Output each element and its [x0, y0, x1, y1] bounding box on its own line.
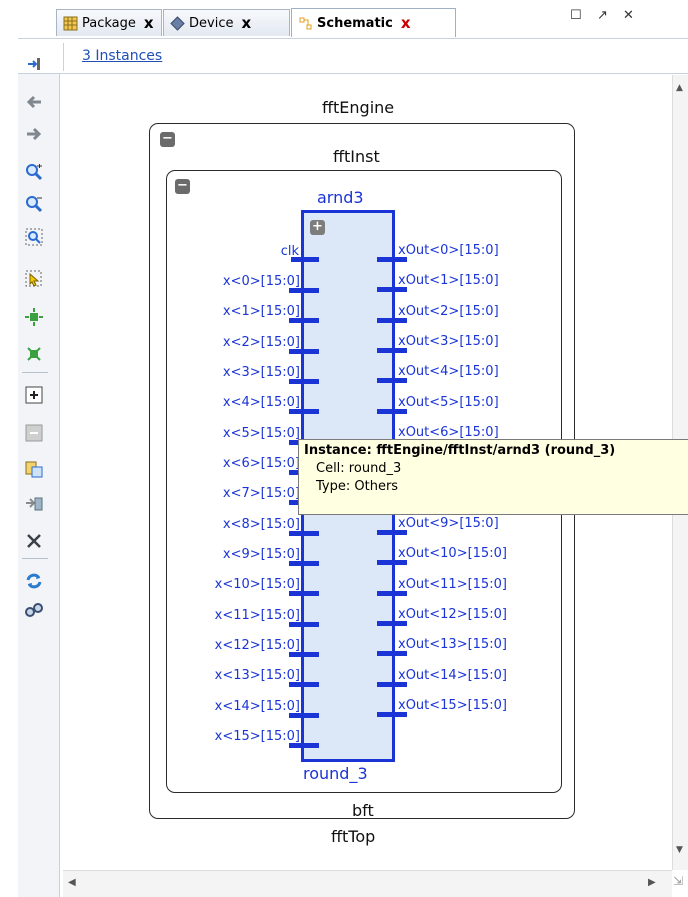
select-icon[interactable] [24, 269, 44, 289]
collapse-icon[interactable]: − [160, 132, 175, 147]
instance-tooltip: Instance: fftEngine/fftInst/arnd3 (round… [298, 439, 688, 515]
tab-package-label: Package [82, 15, 136, 31]
instance-label-fftInst: fftInst [333, 147, 380, 166]
tab-device[interactable]: Device x [163, 9, 290, 36]
refresh-icon[interactable] [24, 571, 44, 591]
schematic-icon [299, 17, 312, 29]
instance-label-fftEngine: fftEngine [322, 98, 395, 117]
tab-package[interactable]: Package x [56, 9, 162, 36]
device-icon [170, 15, 185, 31]
expand-icon[interactable] [24, 385, 44, 405]
tooltip-title: Instance: fftEngine/fftInst/arnd3 (round… [304, 443, 616, 458]
schematic-toolbar [18, 58, 60, 897]
autofit-selection-icon[interactable] [24, 307, 44, 327]
zoom-in-icon[interactable] [24, 162, 44, 182]
instance-label-fftTop: fftTop [331, 827, 376, 846]
regenerate-icon[interactable] [24, 459, 44, 479]
cell-type-label: round_3 [303, 764, 368, 783]
fit-panel-icon[interactable] [24, 54, 44, 74]
instance-label-bft: bft [352, 801, 374, 820]
collapse-icon[interactable] [24, 423, 44, 443]
search-icon[interactable] [24, 600, 44, 620]
ipo-icon[interactable] [24, 494, 44, 514]
zoom-out-icon[interactable] [24, 194, 44, 214]
scroll-down-icon[interactable]: ▼ [676, 845, 683, 855]
toolbar-separator [22, 558, 48, 559]
scroll-up-icon[interactable]: ▲ [676, 83, 683, 93]
expand-icon[interactable]: + [310, 220, 325, 235]
cell-instance-name: arnd3 [317, 188, 364, 207]
package-icon [63, 16, 78, 30]
forward-arrow-icon[interactable] [24, 124, 44, 144]
scroll-left-icon[interactable]: ◀ [68, 877, 76, 888]
tab-device-label: Device [189, 15, 234, 31]
close-icon[interactable]: x [401, 14, 411, 32]
close-icon[interactable]: x [144, 14, 154, 32]
tab-schematic-label: Schematic [317, 15, 393, 31]
zoom-area-icon[interactable] [24, 227, 44, 247]
zoom-fit-icon[interactable] [24, 344, 44, 364]
remove-icon[interactable] [24, 531, 44, 551]
back-arrow-icon[interactable] [24, 92, 44, 112]
toolbar-separator [22, 372, 48, 373]
close-window-icon[interactable]: ✕ [623, 8, 634, 23]
collapse-icon[interactable]: − [175, 179, 190, 194]
horizontal-scrollbar[interactable]: ◀ ▶ [63, 870, 672, 897]
close-icon[interactable]: x [241, 14, 251, 32]
divider [63, 43, 64, 71]
tooltip-type: Type: Others [316, 479, 399, 494]
tab-schematic[interactable]: Schematic x [291, 8, 456, 37]
float-icon[interactable]: ↗ [597, 8, 608, 23]
tab-bar: Package x Device x Schematic x ☐ ↗ ✕ [0, 0, 688, 38]
tooltip-cell: Cell: round_3 [316, 461, 402, 476]
breadcrumb[interactable]: 3 Instances [82, 48, 162, 64]
resize-grip-icon[interactable]: ⇲ [673, 874, 683, 888]
scroll-right-icon[interactable]: ▶ [648, 877, 656, 888]
restore-icon[interactable]: ☐ [570, 8, 582, 23]
